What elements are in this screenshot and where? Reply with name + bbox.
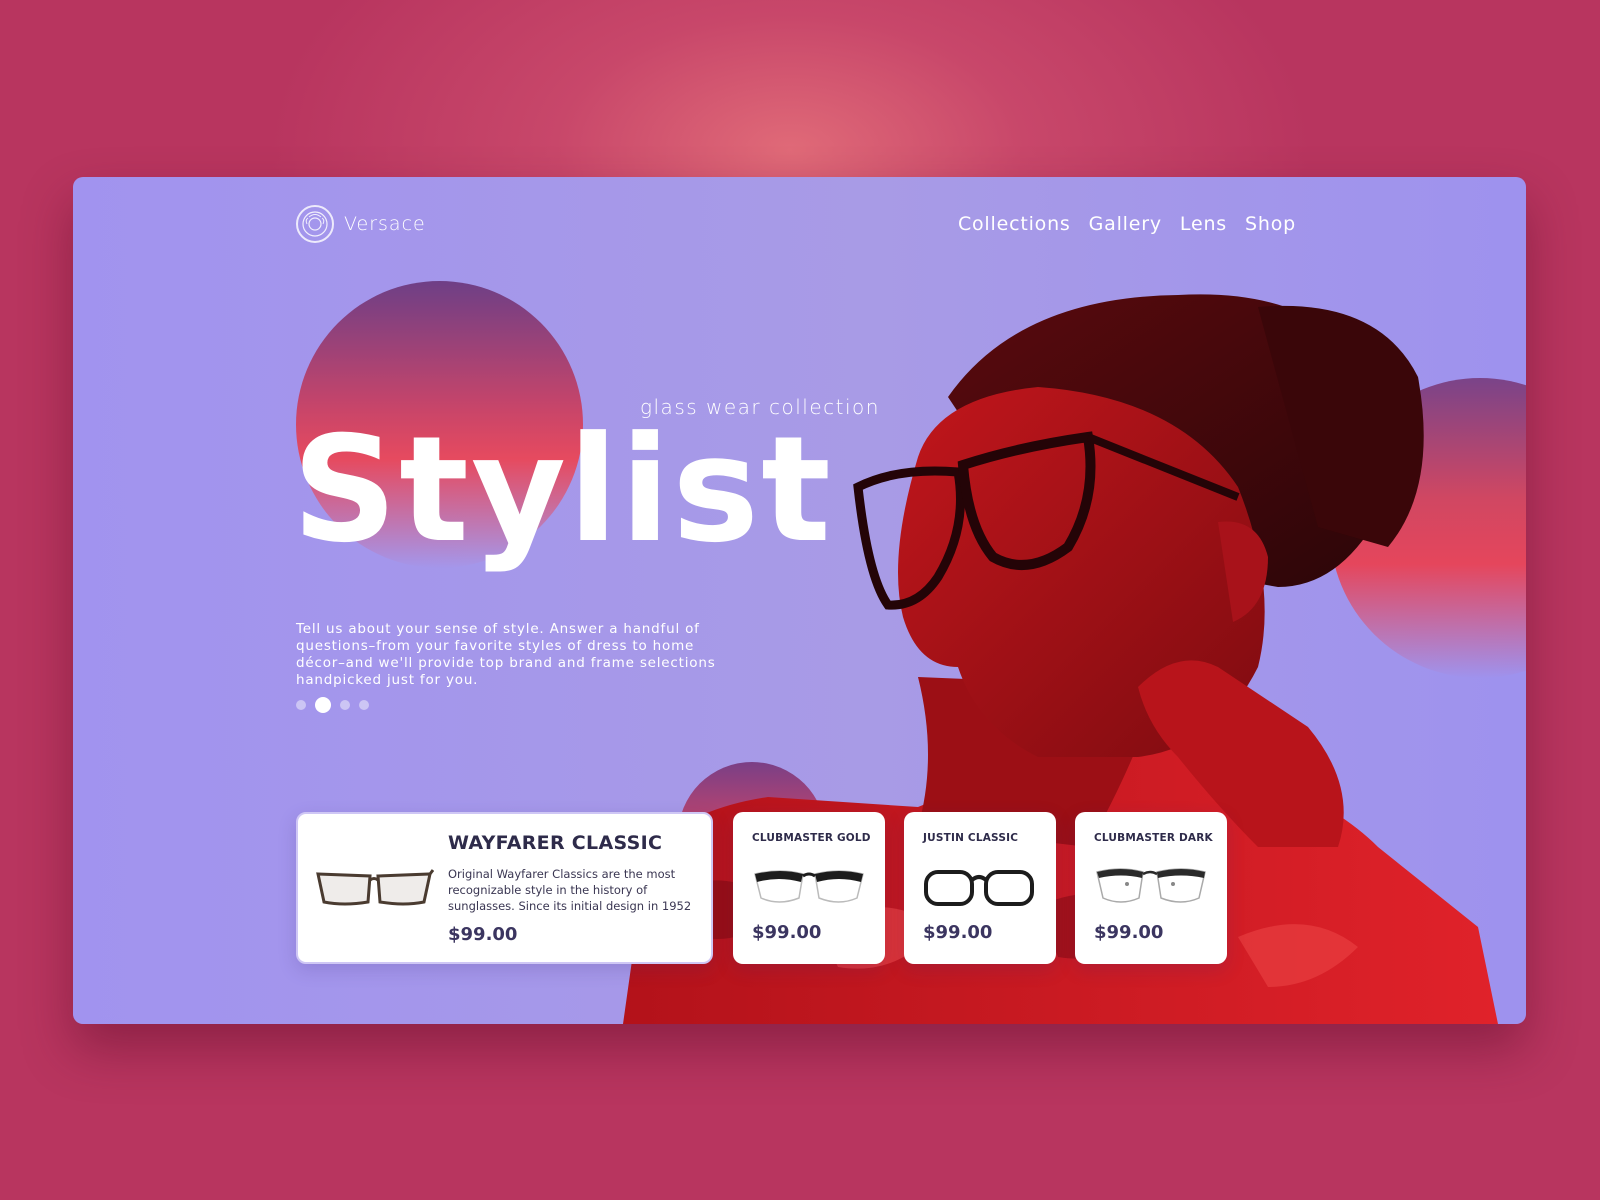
product-card-wayfarer-classic[interactable]: WAYFARER CLASSIC Original Wayfarer Class… <box>296 812 713 964</box>
justin-glasses-icon <box>924 870 1034 906</box>
product-price: $99.00 <box>923 922 993 943</box>
product-price: $99.00 <box>448 924 518 945</box>
hero-headline: Stylist <box>292 405 833 575</box>
product-price: $99.00 <box>752 922 822 943</box>
carousel-dot-1[interactable] <box>296 700 306 710</box>
brand-name: Versace <box>344 213 426 235</box>
product-card-justin-classic[interactable]: JUSTIN CLASSIC $99.00 <box>904 812 1056 964</box>
wayfarer-glasses-icon <box>316 869 434 906</box>
carousel-indicator <box>296 697 369 713</box>
nav-item-shop[interactable]: Shop <box>1245 213 1296 235</box>
medusa-logo-icon <box>296 205 334 243</box>
product-title: JUSTIN CLASSIC <box>923 832 1019 844</box>
product-title: CLUBMASTER GOLD <box>752 832 871 844</box>
top-navigation: Versace Collections Gallery Lens Shop <box>296 205 1296 245</box>
clubmaster-dark-glasses-icon <box>1096 868 1206 903</box>
brand-logo[interactable]: Versace <box>296 205 426 243</box>
hero-panel: Versace Collections Gallery Lens Shop gl… <box>73 177 1526 1024</box>
hero-description: Tell us about your sense of style. Answe… <box>296 621 716 688</box>
product-card-clubmaster-gold[interactable]: CLUBMASTER GOLD $99.00 <box>733 812 885 964</box>
main-nav: Collections Gallery Lens Shop <box>958 213 1296 235</box>
carousel-dot-4[interactable] <box>359 700 369 710</box>
clubmaster-glasses-icon <box>754 870 864 903</box>
nav-item-collections[interactable]: Collections <box>958 213 1071 235</box>
nav-item-lens[interactable]: Lens <box>1180 213 1227 235</box>
product-title: WAYFARER CLASSIC <box>448 832 663 854</box>
carousel-dot-3[interactable] <box>340 700 350 710</box>
product-title: CLUBMASTER DARK <box>1094 832 1213 844</box>
product-description: Original Wayfarer Classics are the most … <box>448 867 692 913</box>
product-price: $99.00 <box>1094 922 1164 943</box>
nav-item-gallery[interactable]: Gallery <box>1089 213 1162 235</box>
carousel-dot-2-active[interactable] <box>315 697 331 713</box>
product-card-clubmaster-dark[interactable]: CLUBMASTER DARK $99.00 <box>1075 812 1227 964</box>
